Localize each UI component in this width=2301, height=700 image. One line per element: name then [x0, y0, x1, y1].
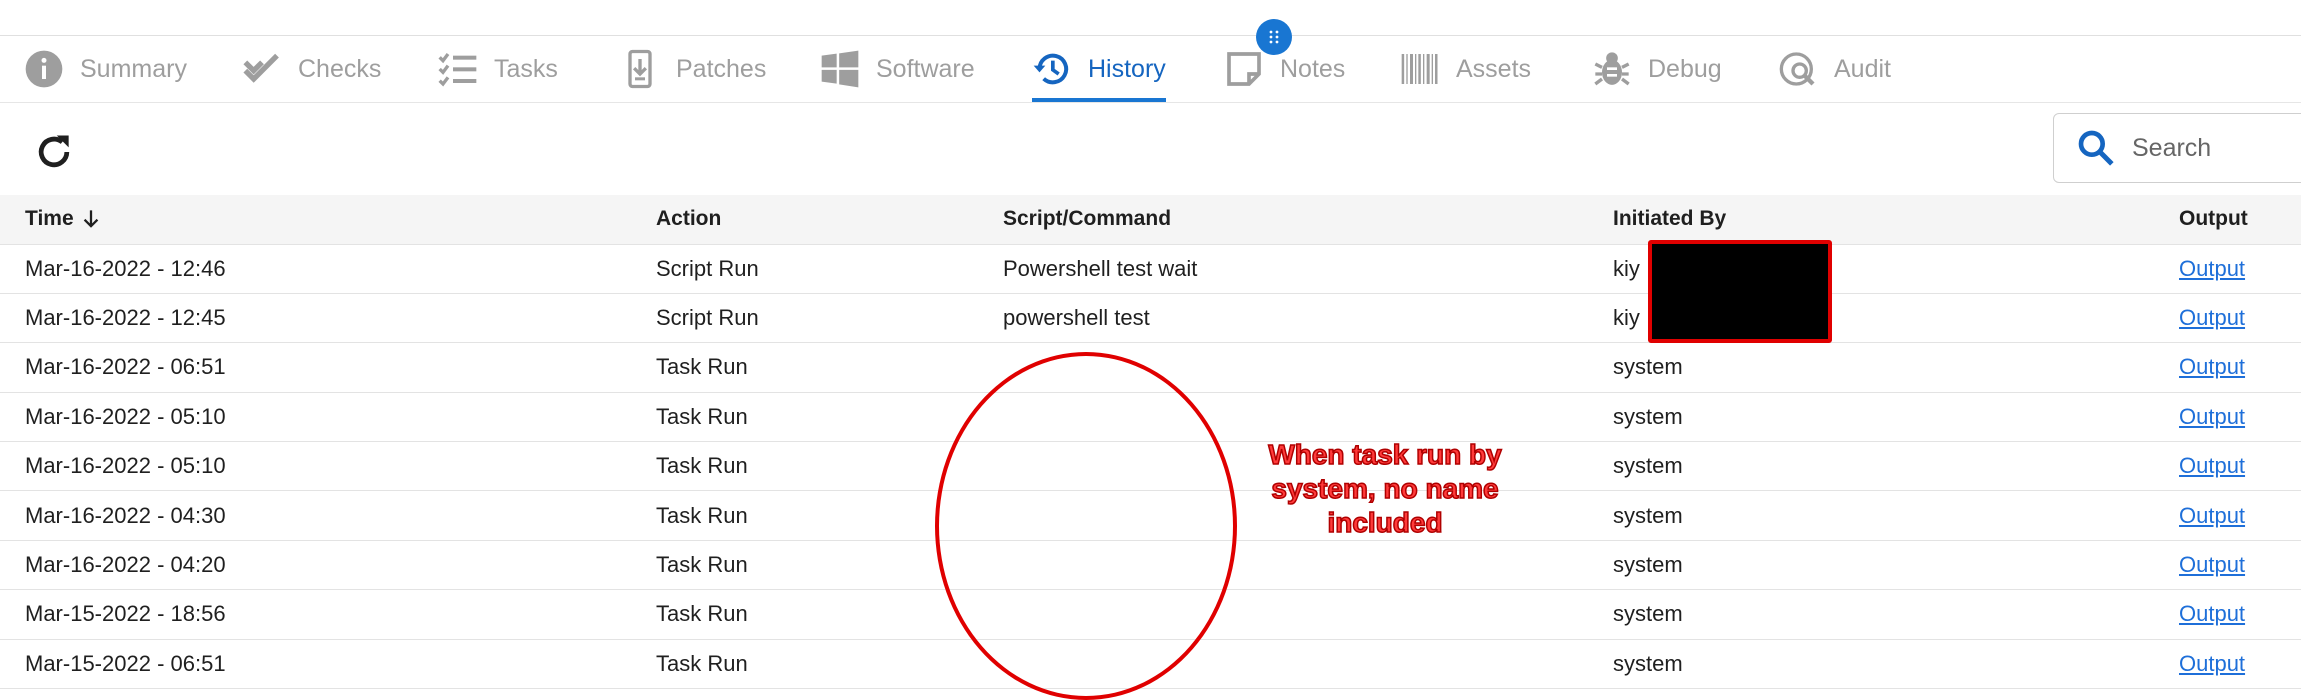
table-header-row: Time Action Script/Command Initiated By …: [0, 195, 2301, 244]
annotation-text: When task run by system, no name include…: [1268, 438, 1503, 539]
search-input[interactable]: [2130, 132, 2284, 164]
column-header-script[interactable]: Script/Command: [1003, 195, 1613, 244]
cell-initiated-by: system: [1613, 403, 1683, 429]
tab-label: History: [1088, 54, 1166, 83]
tab-summary[interactable]: Summary: [24, 36, 187, 102]
tab-label: Summary: [80, 54, 187, 83]
cell-initiated-by: system: [1613, 552, 1683, 578]
tab-label: Debug: [1648, 54, 1722, 83]
column-header-time[interactable]: Time: [0, 195, 656, 244]
cell-initiated-by: system: [1613, 354, 1683, 380]
tab-label: Tasks: [494, 54, 558, 83]
windows-icon: [821, 50, 859, 88]
sort-descending-icon: [83, 210, 98, 229]
cell-time: Mar-16-2022 - 05:10: [25, 403, 226, 429]
cell-initiated-by: system: [1613, 502, 1683, 528]
redaction-box: [1648, 240, 1832, 343]
output-link[interactable]: Output: [2179, 354, 2245, 379]
output-link[interactable]: Output: [2179, 256, 2245, 281]
column-header-output[interactable]: Output: [2179, 195, 2301, 244]
cell-action: Task Run: [656, 403, 748, 429]
annotation-circle: [935, 352, 1237, 700]
cell-time: Mar-16-2022 - 12:45: [25, 305, 226, 331]
table-row: Mar-16-2022 - 12:46 Script Run Powershel…: [0, 244, 2301, 294]
audit-icon: [1779, 52, 1815, 86]
tab-debug[interactable]: Debug: [1592, 36, 1722, 102]
download-icon: [628, 49, 652, 89]
tab-label: Notes: [1280, 54, 1346, 83]
double-check-icon: [243, 53, 279, 83]
cell-script: Powershell test wait: [1003, 255, 1198, 281]
search-icon: [2078, 130, 2114, 166]
cell-initiated-by: system: [1613, 650, 1683, 676]
bug-icon: [1594, 52, 1630, 86]
table-row: Mar-16-2022 - 12:45 Script Run powershel…: [0, 293, 2301, 343]
history-icon: [1033, 53, 1069, 85]
tab-bar: Summary Checks Tasks Patches Software Hi…: [0, 36, 2301, 103]
cell-initiated-by: system: [1613, 601, 1683, 627]
tab-audit[interactable]: Audit: [1778, 36, 1891, 102]
column-header-initiated-by[interactable]: Initiated By: [1613, 195, 2179, 244]
refresh-icon[interactable]: [32, 130, 76, 174]
cell-initiated-by: system: [1613, 453, 1683, 479]
cell-action: Script Run: [656, 305, 759, 331]
tab-patches[interactable]: Patches: [620, 36, 766, 102]
tab-tasks[interactable]: Tasks: [438, 36, 558, 102]
cell-time: Mar-16-2022 - 04:30: [25, 502, 226, 528]
output-link[interactable]: Output: [2179, 404, 2245, 429]
column-header-action[interactable]: Action: [656, 195, 1003, 244]
output-link[interactable]: Output: [2179, 552, 2245, 577]
checklist-icon: [438, 53, 477, 87]
cell-action: Task Run: [656, 354, 748, 380]
output-link[interactable]: Output: [2179, 305, 2245, 330]
tab-label: Patches: [676, 54, 767, 83]
tab-checks[interactable]: Checks: [242, 36, 381, 102]
info-icon: [25, 50, 63, 88]
cell-time: Mar-15-2022 - 06:51: [25, 650, 226, 676]
cell-action: Script Run: [656, 255, 759, 281]
note-icon: [1227, 52, 1261, 86]
cell-script: powershell test: [1003, 305, 1150, 331]
cell-time: Mar-16-2022 - 12:46: [25, 255, 226, 281]
tab-software[interactable]: Software: [820, 36, 975, 102]
cell-time: Mar-16-2022 - 06:51: [25, 354, 226, 380]
tab-history[interactable]: History: [1032, 36, 1166, 102]
search-field[interactable]: [2053, 113, 2301, 183]
output-link[interactable]: Output: [2179, 453, 2245, 478]
cell-action: Task Run: [656, 650, 748, 676]
tab-notes[interactable]: Notes: [1224, 36, 1345, 102]
cell-time: Mar-16-2022 - 04:20: [25, 552, 226, 578]
cell-time: Mar-16-2022 - 05:10: [25, 453, 226, 479]
tab-label: Checks: [298, 54, 382, 83]
output-link[interactable]: Output: [2179, 651, 2245, 676]
output-link[interactable]: Output: [2179, 601, 2245, 626]
tab-label: Audit: [1834, 54, 1891, 83]
cell-time: Mar-15-2022 - 18:56: [25, 601, 226, 627]
toolbar: [0, 103, 2301, 195]
tab-assets[interactable]: Assets: [1400, 36, 1531, 102]
tab-label: Software: [876, 54, 975, 83]
tab-label: Assets: [1456, 54, 1532, 83]
output-link[interactable]: Output: [2179, 503, 2245, 528]
barcode-icon: [1401, 54, 1438, 84]
